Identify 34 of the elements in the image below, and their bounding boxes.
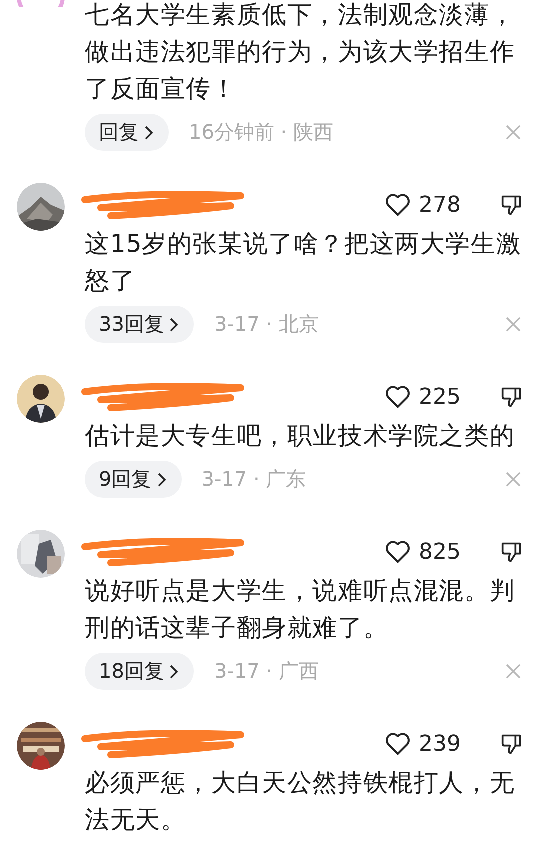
replies-button[interactable]: 回复: [85, 114, 169, 151]
like-count: 239: [419, 732, 461, 756]
comment-text: 这15岁的张某说了啥？把这两大学生激怒了: [85, 228, 523, 297]
heart-icon: [385, 385, 411, 409]
time-location: 3-17 · 北京: [214, 311, 320, 338]
chevron-icon: [170, 318, 178, 332]
chevron-icon: [158, 472, 166, 486]
like-button[interactable]: 278: [385, 192, 461, 218]
like-button[interactable]: 239: [385, 732, 461, 756]
heart-icon: [385, 732, 411, 756]
thumbs-down-icon[interactable]: [501, 194, 523, 216]
time-location: 16分钟前 · 陕西: [189, 119, 335, 146]
avatar-edge: [17, 0, 65, 7]
thumbs-down-icon[interactable]: [501, 386, 523, 408]
like-button[interactable]: 225: [385, 384, 461, 410]
heart-icon: [385, 540, 411, 564]
replies-button[interactable]: 33回复: [85, 306, 194, 343]
time-location: 3-17 · 广东: [202, 466, 308, 493]
replies-button[interactable]: 9回复: [85, 461, 182, 498]
comment-text: 必须严惩，大白天公然持铁棍打人，无法无天。: [85, 767, 516, 836]
chevron-icon: [170, 664, 178, 678]
thumbs-down-icon[interactable]: [501, 541, 523, 563]
time-location: 3-17 · 广西: [214, 658, 320, 685]
like-count: 825: [419, 540, 461, 564]
like-button[interactable]: 825: [385, 540, 461, 564]
like-count: 278: [419, 192, 461, 218]
heart-icon: [385, 193, 411, 217]
chevron-icon: [145, 126, 153, 140]
replies-button[interactable]: 18回复: [85, 653, 194, 690]
comment-text: 七名大学生素质低下，法制观念淡薄，做出违法犯罪的行为，为该大学招生作了反面宣传！: [85, 0, 516, 105]
comment-text: 估计是大专生吧，职业技术学院之类的: [85, 420, 516, 452]
like-count: 225: [419, 384, 461, 410]
comment-text: 说好听点是大学生，说难听点混混。判刑的话这辈子翻身就难了。: [85, 575, 516, 644]
thumbs-down-icon[interactable]: [501, 733, 523, 755]
